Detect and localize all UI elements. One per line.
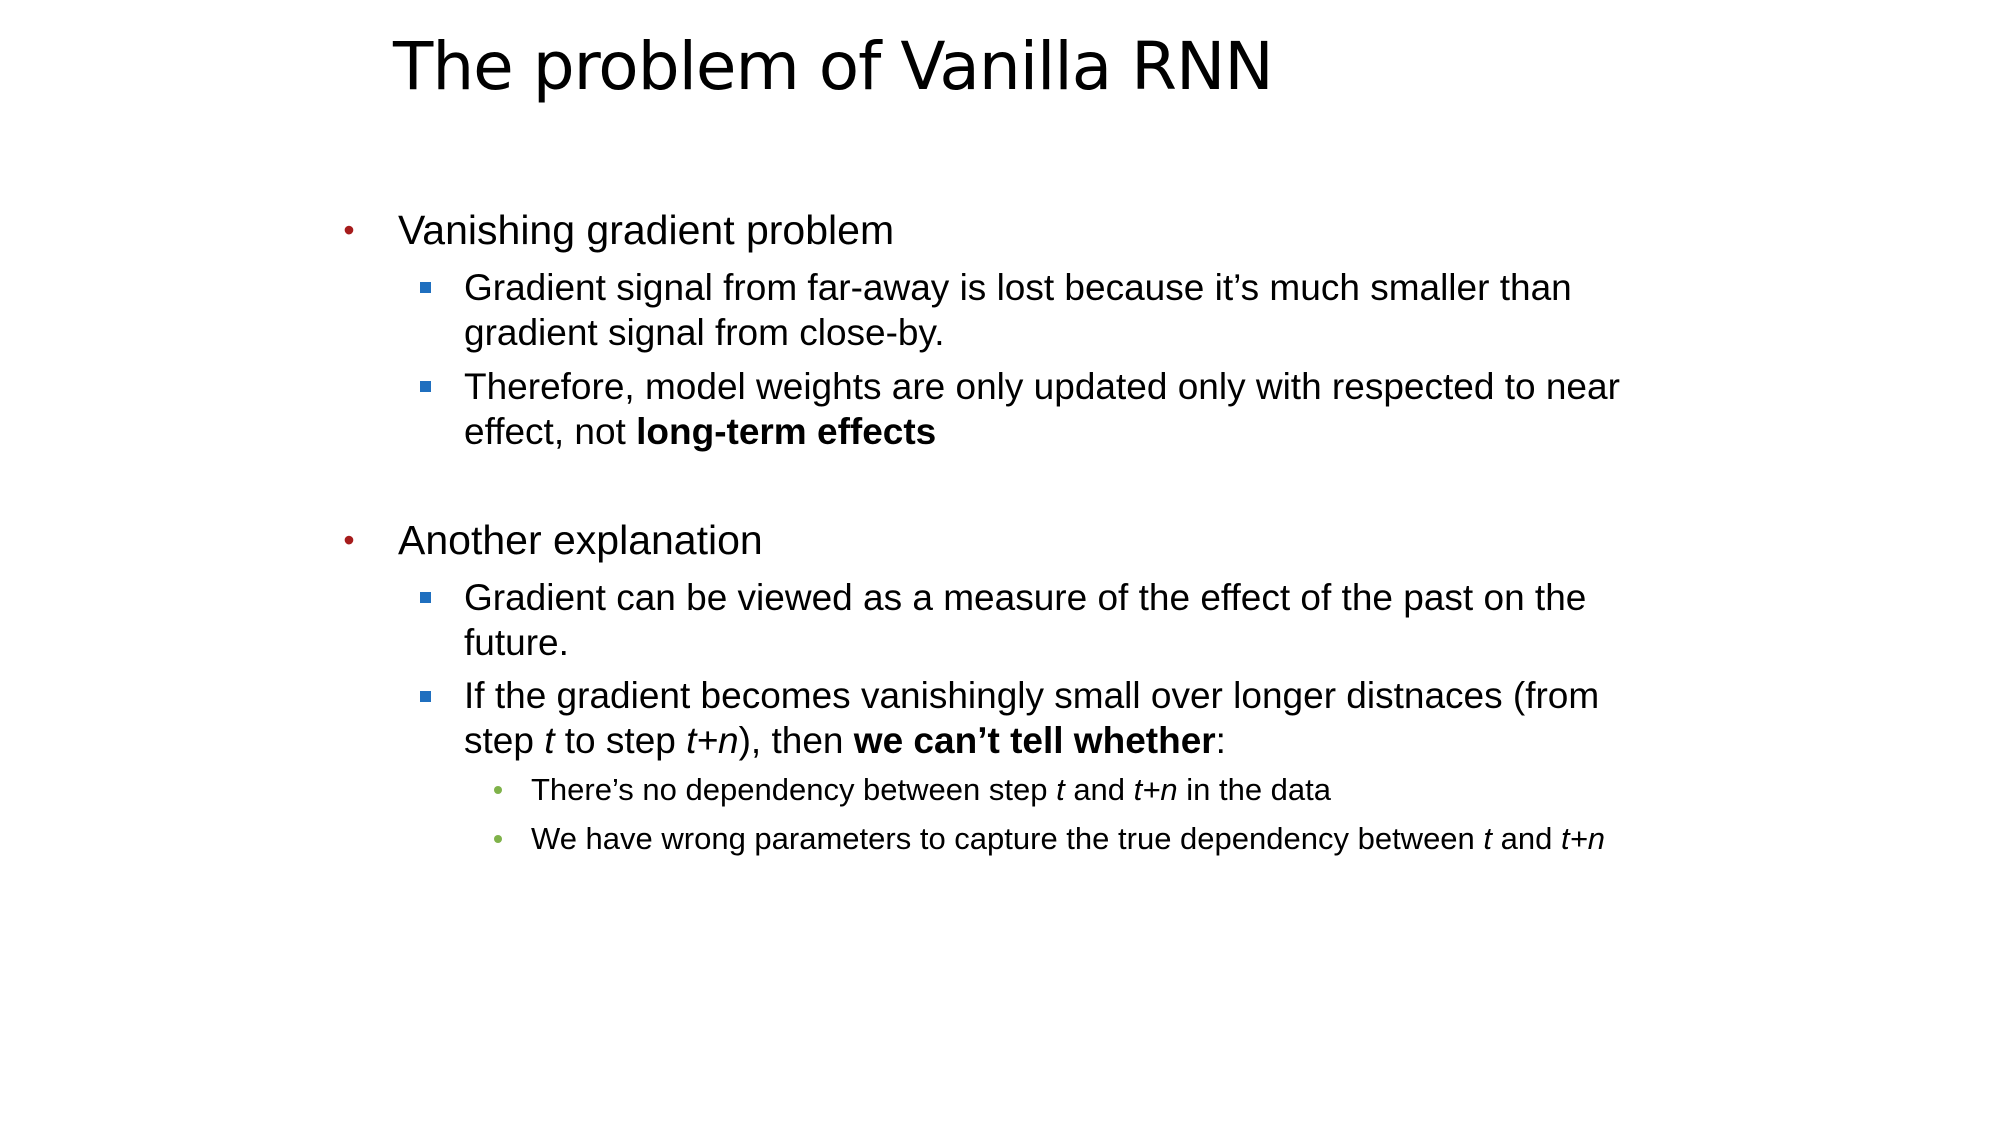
bullet-text: and <box>1064 772 1134 807</box>
bullet-text: to step <box>554 720 687 761</box>
italic-var: t+n <box>1133 772 1178 807</box>
bullet-text: Gradient can be viewed as a measure of t… <box>464 577 1587 663</box>
bullet-text: in the data <box>1177 772 1332 807</box>
sub-bullet-point: We have wrong parameters to capture the … <box>531 818 1661 859</box>
slide: The problem of Vanilla RNN • Vanishing g… <box>0 0 2000 1125</box>
level2-bullet-icon <box>420 381 431 392</box>
section-heading: Another explanation <box>398 517 763 563</box>
level2-bullet-icon <box>420 282 431 293</box>
italic-var: t <box>544 720 555 761</box>
italic-var: t+n <box>1560 821 1605 856</box>
slide-content: • Vanishing gradient problem Gradient si… <box>0 0 2000 1125</box>
bullet-text: ), then <box>738 720 854 761</box>
level1-bullet-icon: • <box>343 212 355 248</box>
bold-text: long-term effects <box>636 411 937 452</box>
italic-var: t <box>1056 772 1065 807</box>
bullet-text: : <box>1215 720 1226 761</box>
level2-bullet-icon <box>420 691 431 702</box>
bullet-text: Gradient signal from far-away is lost be… <box>464 267 1572 353</box>
level3-bullet-icon <box>494 786 502 794</box>
italic-var: t+n <box>686 720 739 761</box>
bullet-text: We have wrong parameters to capture the … <box>531 821 1484 856</box>
level3-bullet-icon <box>494 835 502 843</box>
bullet-point: Therefore, model weights are only update… <box>464 364 1664 454</box>
bullet-text: and <box>1492 821 1561 856</box>
bold-text: we can’t tell whether <box>853 720 1216 761</box>
bullet-point: If the gradient becomes vanishingly smal… <box>464 673 1664 763</box>
sub-bullet-point: There’s no dependency between step t and… <box>531 769 1661 810</box>
bullet-text: There’s no dependency between step <box>531 772 1057 807</box>
level1-bullet-icon: • <box>343 522 355 558</box>
section-heading: Vanishing gradient problem <box>398 207 895 253</box>
bullet-point: Gradient signal from far-away is lost be… <box>464 265 1664 355</box>
bullet-point: Gradient can be viewed as a measure of t… <box>464 575 1664 665</box>
italic-var: t <box>1483 821 1493 856</box>
level2-bullet-icon <box>420 592 431 603</box>
